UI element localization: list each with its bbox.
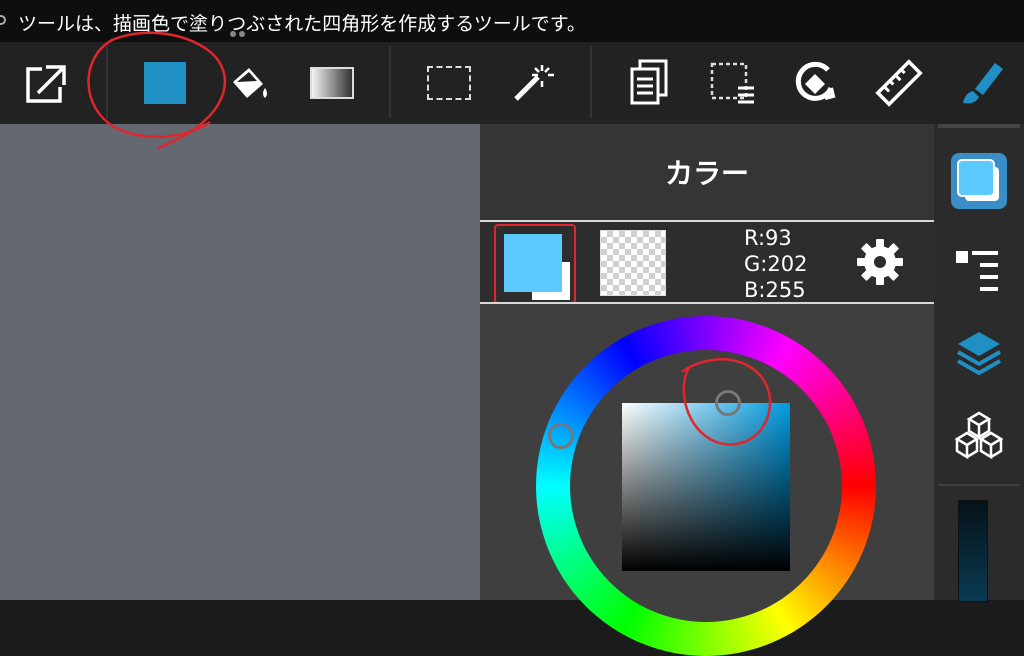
layers-pages-icon[interactable] <box>613 42 683 124</box>
color-swatch-pair[interactable] <box>494 224 576 304</box>
drawing-canvas[interactable] <box>0 124 480 600</box>
color-panel-title: カラー <box>480 124 934 220</box>
layer-icon[interactable] <box>946 320 1012 386</box>
rotate-transform-icon[interactable] <box>781 42 851 124</box>
brush-size-slider[interactable] <box>958 500 988 602</box>
caption-bullet <box>0 15 6 25</box>
hue-handle[interactable] <box>548 423 574 449</box>
magic-wand-icon[interactable] <box>497 42 567 124</box>
transparent-swatch[interactable] <box>600 230 666 296</box>
caption-ellipsis <box>230 22 254 37</box>
export-icon[interactable] <box>13 42 83 124</box>
selection-menu-icon[interactable] <box>698 42 768 124</box>
red-value: R:93 <box>744 226 792 250</box>
rectangle-fill-tool-icon[interactable] <box>130 42 200 124</box>
color-panel: カラー R:93 G:202 B:255 <box>480 124 934 656</box>
color-wheel[interactable] <box>536 316 876 656</box>
caption-bar: ツールは、描画色で塗りつぶされた四角形を作成するツールです。 <box>0 0 1024 42</box>
material-cubes-icon[interactable] <box>946 402 1012 468</box>
brush-pen-icon[interactable] <box>946 42 1016 124</box>
right-sidebar <box>934 124 1024 602</box>
foreground-swatch[interactable] <box>504 234 562 292</box>
select-rectangle-icon[interactable] <box>414 42 484 124</box>
color-swatch-row: R:93 G:202 B:255 <box>480 222 934 304</box>
blue-value: B:255 <box>744 278 806 302</box>
green-value: G:202 <box>744 252 808 276</box>
paint-bucket-icon[interactable] <box>215 42 285 124</box>
brush-list-icon[interactable] <box>946 236 1012 302</box>
caption-text: ツールは、描画色で塗りつぶされた四角形を作成するツールです。 <box>18 13 586 35</box>
gear-icon[interactable] <box>856 238 904 286</box>
gradient-tool-icon[interactable] <box>297 42 367 124</box>
top-toolbar <box>0 42 1024 124</box>
divider <box>480 302 934 304</box>
color-panel-icon[interactable] <box>946 148 1012 214</box>
ruler-icon[interactable] <box>864 42 934 124</box>
color-picker-handle[interactable] <box>715 390 741 416</box>
saturation-value-square[interactable] <box>622 403 790 571</box>
